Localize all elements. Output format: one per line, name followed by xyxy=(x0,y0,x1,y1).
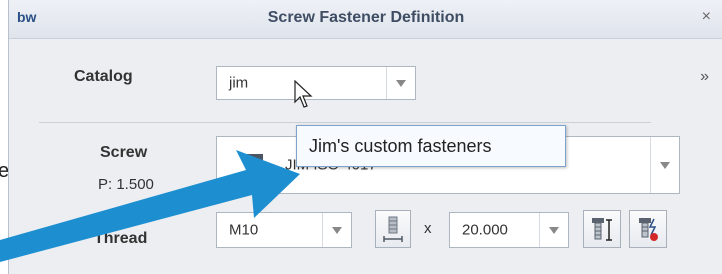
screenshot-canvas: e bw Screw Fastener Definition × » Catal… xyxy=(0,0,722,274)
callout-arrow xyxy=(0,150,300,262)
